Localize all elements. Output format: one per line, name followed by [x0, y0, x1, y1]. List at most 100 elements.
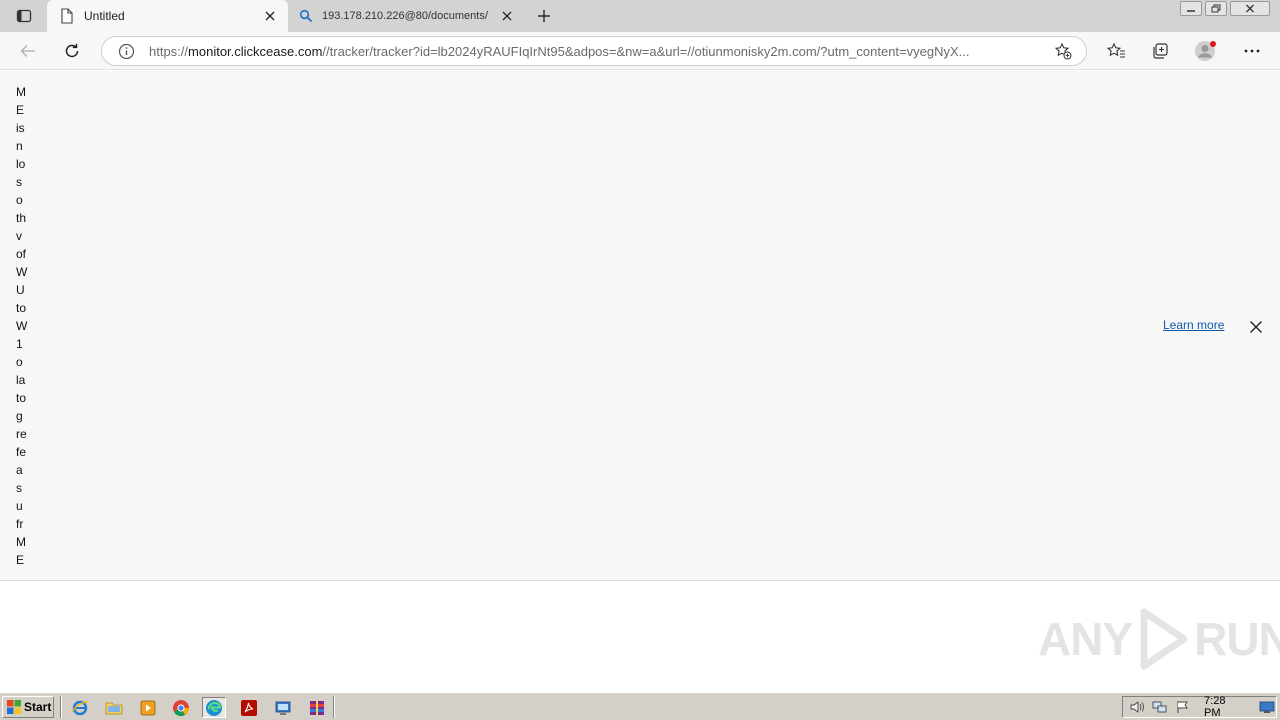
column-word: E: [16, 553, 25, 567]
info-icon[interactable]: [117, 42, 135, 60]
minimize-icon: [1187, 9, 1195, 12]
flag-icon[interactable]: [1173, 699, 1192, 715]
close-icon: [1250, 321, 1262, 333]
show-desktop-icon[interactable]: [1257, 699, 1276, 715]
plus-icon: [538, 10, 550, 22]
chrome-icon: [173, 699, 189, 716]
start-label: Start: [24, 700, 52, 714]
taskbar-ie[interactable]: [68, 697, 92, 718]
anyrun-watermark: ANY RUN: [1038, 608, 1280, 670]
edge-icon: [206, 699, 222, 716]
column-word: to: [16, 301, 27, 315]
back-arrow-icon: [20, 44, 35, 58]
column-word: is: [16, 121, 25, 135]
column-word: fe: [16, 445, 27, 459]
profile-button[interactable]: [1192, 37, 1220, 65]
tab-close-icon[interactable]: [497, 6, 517, 26]
column-word: U: [16, 283, 25, 297]
watermark-left-text: ANY: [1038, 613, 1133, 665]
column-word: a: [16, 463, 23, 477]
taskbar-acrobat[interactable]: [237, 697, 261, 718]
url-host: monitor.clickcease.com: [188, 43, 323, 59]
restore-icon: [1211, 4, 1221, 13]
column-word: W: [16, 265, 28, 279]
refresh-icon: [65, 43, 79, 58]
internet-explorer-icon: [71, 700, 89, 715]
restore-button[interactable]: [1205, 1, 1227, 16]
refresh-button[interactable]: [58, 37, 86, 65]
play-logo-icon: [1140, 608, 1188, 670]
column-word: lo: [16, 157, 26, 171]
window-controls: [1180, 1, 1270, 16]
column-word: to: [16, 391, 27, 405]
taskbar-edge[interactable]: [202, 697, 226, 718]
taskbar-media-player[interactable]: [136, 697, 160, 718]
add-favorite-icon[interactable]: [1052, 40, 1074, 62]
archive-icon: [310, 700, 324, 715]
back-button[interactable]: [14, 37, 42, 65]
close-window-button[interactable]: [1230, 1, 1270, 16]
column-word: th: [16, 211, 27, 225]
column-word: g: [16, 409, 23, 423]
tab-strip: Untitled 193.178.210.226@80/documents/: [0, 0, 1280, 32]
folder-icon: [105, 702, 123, 714]
column-word: la: [16, 373, 26, 387]
collections-button[interactable]: [1146, 37, 1174, 65]
url-path: //tracker/tracker?id=lb2024yRAUFIqIrNt95…: [322, 43, 970, 59]
clock: 7:28 PM: [1204, 695, 1226, 719]
acrobat-icon: [241, 699, 257, 716]
column-word: 1: [16, 337, 23, 351]
windows-logo-icon: [7, 700, 21, 714]
taskbar-separator: [60, 696, 62, 718]
favorites-icon: [1106, 42, 1125, 58]
taskbar-chrome[interactable]: [169, 697, 193, 718]
more-dots-icon: [1244, 49, 1260, 53]
url-text[interactable]: https://monitor.clickcease.com//tracker/…: [149, 44, 1044, 59]
network-icon[interactable]: [1150, 699, 1169, 715]
computer-icon: [275, 701, 291, 715]
column-word: re: [16, 427, 27, 441]
column-word: u: [16, 499, 23, 513]
column-word: v: [16, 229, 22, 243]
tab-untitled[interactable]: Untitled: [47, 0, 288, 32]
column-word: W: [16, 319, 28, 333]
tab-title: Untitled: [84, 9, 125, 23]
column-word: fr: [16, 517, 24, 531]
watermark-right-text: RUN: [1194, 613, 1280, 665]
taskbar-separator: [333, 696, 335, 718]
search-icon: [298, 8, 314, 24]
learn-more-link[interactable]: Learn more: [1163, 318, 1224, 332]
column-word: E: [16, 103, 25, 117]
page-content: M Eis n lo s o th v of W Uto W 1 o la to g re fe a s u fr M E Le…: [0, 71, 1280, 581]
volume-icon[interactable]: [1127, 699, 1146, 715]
column-word: n: [16, 139, 23, 153]
column-word: o: [16, 193, 23, 207]
banner-close-button[interactable]: [1247, 318, 1265, 336]
tab-title: 193.178.210.226@80/documents/: [322, 10, 488, 22]
column-word: s: [16, 175, 22, 189]
close-icon: [1246, 4, 1254, 13]
system-tray: 7:28 PM: [1122, 695, 1277, 719]
taskbar-network-app[interactable]: [271, 697, 295, 718]
start-button[interactable]: Start: [2, 696, 54, 718]
favorites-button[interactable]: [1102, 37, 1130, 65]
tab-close-icon[interactable]: [260, 6, 280, 26]
taskbar: Start 7:28 PM: [0, 692, 1280, 720]
url-scheme: https://: [149, 43, 189, 59]
minimize-button[interactable]: [1180, 1, 1202, 16]
tab-actions-button[interactable]: [10, 5, 38, 27]
new-tab-button[interactable]: [532, 5, 556, 27]
tab-actions-icon: [16, 9, 32, 23]
taskbar-archive-app[interactable]: [305, 697, 329, 718]
column-word: s: [16, 481, 22, 495]
browser-toolbar: https://monitor.clickcease.com//tracker/…: [0, 32, 1280, 70]
column-text: M Eis n lo s o th v of W Uto W 1 o la to g re fe a s u fr M E: [16, 83, 27, 569]
column-word: o: [16, 355, 23, 369]
column-word: M: [16, 85, 26, 99]
tab-documents[interactable]: 193.178.210.226@80/documents/: [290, 0, 525, 32]
address-bar[interactable]: https://monitor.clickcease.com//tracker/…: [101, 36, 1087, 66]
column-word: M: [16, 535, 26, 549]
page-icon: [59, 8, 75, 24]
settings-more-button[interactable]: [1238, 37, 1266, 65]
taskbar-explorer[interactable]: [102, 697, 126, 718]
